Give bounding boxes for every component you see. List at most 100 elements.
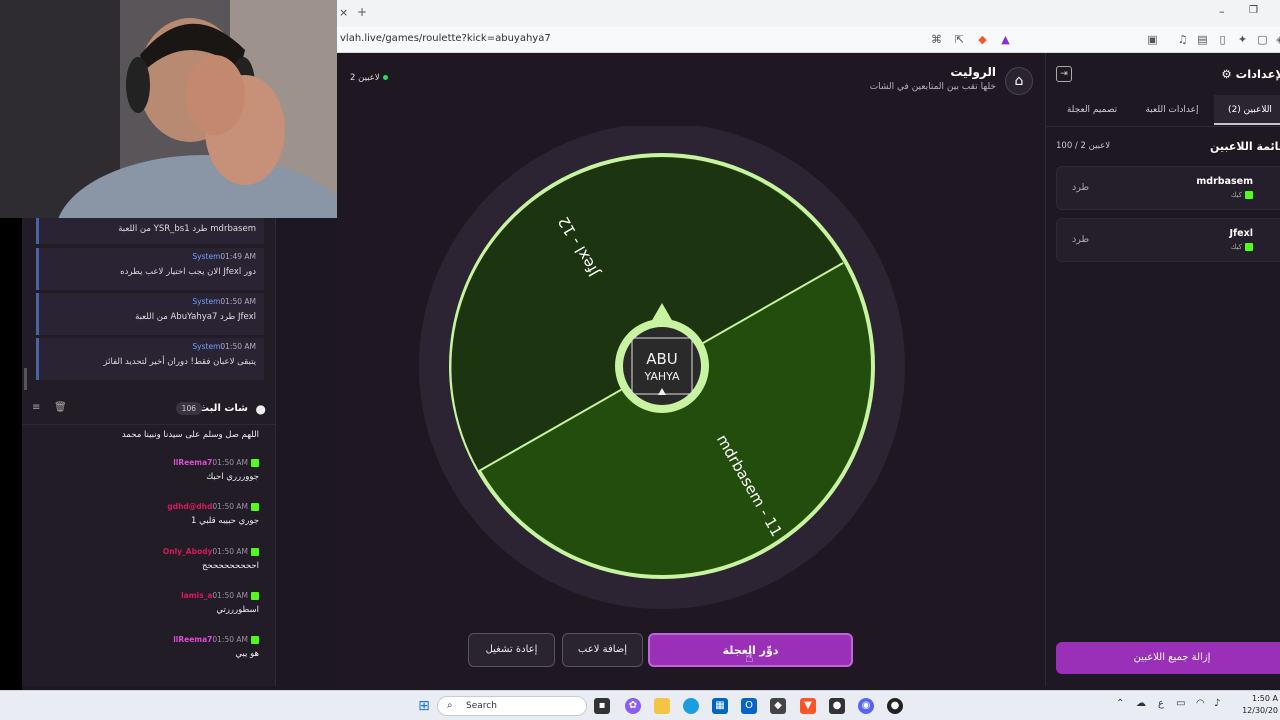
close-tab-icon[interactable]: × [339, 6, 348, 19]
gear-icon: ⚙ [1221, 67, 1232, 81]
chat-username[interactable]: lamis_a [181, 591, 212, 600]
outlook-icon[interactable]: O [741, 698, 757, 714]
system-message-text: يتبقى لاعبان فقط! دوران أخير لتحديد الفا… [103, 357, 256, 367]
system-message: mdrbasem طرد YSR_bs1 من اللعبة [36, 218, 264, 244]
chat-message: اللهم صل وسلم على سيدنا ونبينا محمد [29, 430, 259, 440]
wheel-svg: Jfexl - 12 mdrbasem - 11 ABU YAHYA [419, 123, 905, 609]
system-time: 01:50 AM [220, 342, 256, 351]
new-tab-button[interactable]: + [357, 5, 367, 19]
chat-message: gdhd@dhd01:50 AM جوري حبيبه قلبي 1 [29, 502, 259, 526]
system-time: 01:49 AM [220, 252, 256, 261]
kick-icon [251, 503, 259, 511]
chat-message-text: اللهم صل وسلم على سيدنا ونبينا محمد [121, 430, 259, 440]
bookmarks-icon[interactable]: ▤ [1195, 32, 1210, 47]
music-icon[interactable]: ♫ [1175, 32, 1190, 47]
brave-shield-icon[interactable]: ◆ [975, 32, 990, 47]
sidebar-icon[interactable]: ▯ [1215, 32, 1230, 47]
kick-icon [1245, 191, 1253, 199]
brave-icon[interactable]: ▼ [800, 698, 816, 714]
taskbar: ⊞ ⌕ Search ▪ ✿ ▦ O ◆ ▼ ● ◉ ● ⌃ ☁ ع ▭ ◠ ♪… [0, 690, 1280, 720]
address-bar[interactable]: vlah.live/games/roulette?kick=abuyahya7 … [337, 27, 1280, 53]
volume-icon[interactable]: ♪ [1214, 698, 1220, 709]
tab-search-icon[interactable]: ▣ [1145, 32, 1160, 47]
trash-icon[interactable]: 🗑 [54, 402, 67, 413]
system-message: System01:49 AM دور Jfexl الان يجب اختيار… [36, 248, 264, 290]
url-text[interactable]: vlah.live/games/roulette?kick=abuyahya7 [340, 33, 551, 44]
chat-bubble-icon: ● [255, 402, 266, 416]
kick-icon [251, 548, 259, 556]
app-icon-2[interactable]: ● [887, 698, 903, 714]
players-list-count: 100 / 2 لاعبين [1056, 141, 1111, 151]
minimize-button[interactable]: – [1219, 5, 1225, 18]
tab-players[interactable]: اللاعبين (2) [1214, 95, 1280, 125]
tab-wheel-design[interactable]: تصميم العجلة [1054, 95, 1130, 125]
players-online: 2 لاعبين [350, 73, 388, 83]
obs-icon[interactable]: ● [829, 698, 845, 714]
store-icon[interactable]: ▦ [712, 698, 728, 714]
webcam-overlay [0, 0, 337, 218]
wifi-icon[interactable]: ◠ [1196, 698, 1205, 709]
edge-icon[interactable] [683, 698, 699, 714]
align-icon[interactable]: ≡ [32, 402, 40, 413]
chat-time: 01:50 AM [212, 458, 248, 467]
players-online-text: 2 لاعبين [350, 73, 380, 83]
onedrive-icon[interactable]: ☁ [1136, 698, 1146, 709]
system-message-text: دور Jfexl الان يجب اختيار لاعب يطرده [120, 267, 256, 277]
player-platform-text: كيك [1230, 191, 1242, 199]
search-icon: ⌕ [447, 700, 453, 711]
chat-username[interactable]: Only_Abody [163, 547, 213, 556]
kick-player-button[interactable]: طرد [1072, 182, 1089, 193]
kick-icon [251, 636, 259, 644]
translate-icon[interactable]: ⌘ [929, 32, 944, 47]
chat-username[interactable]: llReema7 [173, 458, 212, 467]
collapse-panel-icon[interactable]: ⇥ [1056, 66, 1072, 82]
keyboard-lang[interactable]: ع [1158, 698, 1164, 709]
app-icon[interactable]: ◆ [770, 698, 786, 714]
chat-panel: mdrbasem طرد YSR_bs1 من اللعبة System01:… [22, 218, 276, 686]
task-view-icon[interactable]: ▪ [594, 698, 610, 714]
scrollbar[interactable] [24, 368, 27, 390]
add-player-button[interactable]: إضافة لاعب [562, 633, 643, 667]
tab-game-settings[interactable]: إعدادات اللعبة [1134, 95, 1210, 125]
share-icon[interactable]: ⇱ [952, 32, 967, 47]
player-card: 11 mdrbasem كيك طرد [1056, 166, 1280, 210]
maximize-button[interactable]: ❐ [1249, 5, 1258, 16]
kick-icon [1245, 243, 1253, 251]
network-icon[interactable]: ▭ [1176, 698, 1185, 709]
tray-chevron-icon[interactable]: ⌃ [1116, 698, 1124, 709]
chat-time: 01:50 AM [212, 635, 248, 644]
kick-player-button[interactable]: طرد [1072, 234, 1089, 245]
settings-title-text: الإعدادات [1235, 67, 1280, 81]
home-button[interactable]: ⌂ [1005, 67, 1033, 95]
system-name: System [192, 252, 221, 261]
vpn-icon[interactable]: ◈ [1273, 32, 1280, 47]
system-message: System01:50 AM Jfexl طرد AbuYahya7 من ال… [36, 293, 264, 335]
copilot-icon[interactable]: ✿ [625, 698, 641, 714]
windows-start-icon[interactable]: ⊞ [416, 698, 432, 714]
restart-button[interactable]: إعادة تشغيل [468, 633, 555, 667]
wallet-icon[interactable]: ▢ [1255, 32, 1270, 47]
kick-icon [251, 592, 259, 600]
chat-message-text: هو يبي [235, 649, 259, 659]
settings-panel: ⇥ الإعدادات ⚙ اللاعبين (2) إعدادات اللعب… [1045, 53, 1280, 686]
player-name: mdrbasem [1196, 176, 1253, 187]
chat-title: شات البث [199, 403, 248, 414]
discord-icon[interactable]: ◉ [858, 698, 874, 714]
system-message: System01:50 AM يتبقى لاعبان فقط! دوران أ… [36, 338, 264, 380]
chat-username[interactable]: gdhd@dhd [167, 502, 212, 511]
chat-username[interactable]: llReema7 [173, 635, 212, 644]
tabs-divider [1046, 126, 1280, 127]
roulette-wheel[interactable]: Jfexl - 12 mdrbasem - 11 ABU YAHYA [417, 123, 907, 616]
clock[interactable]: 1:50 A 12/30/20 [1242, 693, 1278, 717]
remove-all-players-button[interactable]: إزالة جميع اللاعبين [1056, 642, 1280, 674]
clock-time: 1:50 A [1252, 694, 1278, 703]
extensions-icon[interactable]: ✦ [1235, 32, 1250, 47]
chat-count-badge: 106 [175, 402, 202, 415]
player-platform: كيك [1231, 191, 1253, 199]
taskbar-search[interactable]: ⌕ Search [437, 696, 587, 716]
brave-rewards-icon[interactable]: ▲ [998, 32, 1013, 47]
file-explorer-icon[interactable] [654, 698, 670, 714]
online-dot-icon [382, 75, 388, 80]
kick-icon [251, 459, 259, 467]
player-card: 12 Jfexl كيك طرد [1056, 218, 1280, 262]
